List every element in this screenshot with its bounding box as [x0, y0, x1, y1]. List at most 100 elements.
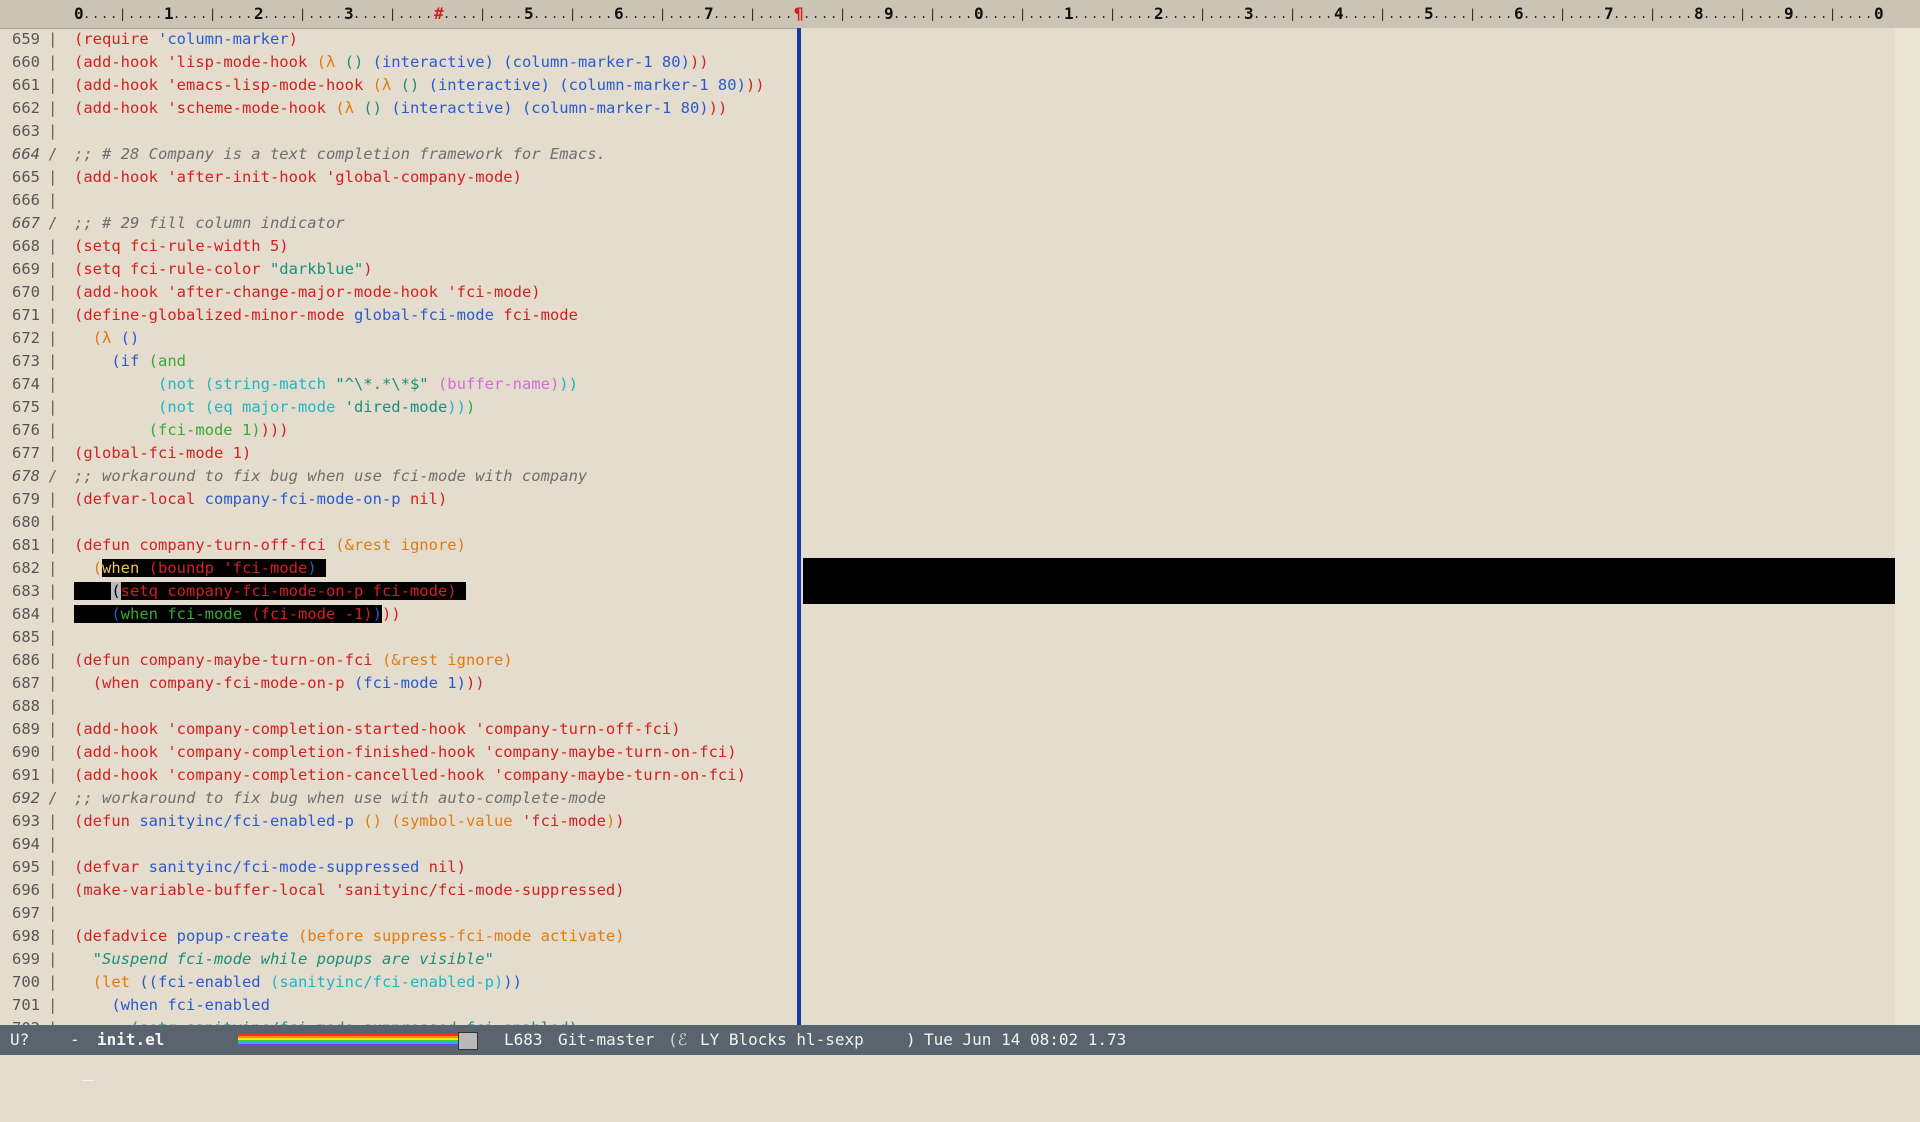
ruler-tick: . [731, 7, 739, 21]
code-text[interactable]: (add-hook 'after-change-major-mode-hook … [74, 281, 541, 304]
code-line[interactable]: 695 | (defvar sanityinc/fci-mode-suppresse… [0, 856, 796, 879]
minibuffer[interactable] [0, 1055, 1920, 1080]
ruler-tick: . [902, 7, 910, 21]
code-line[interactable]: 690 | (add-hook 'company-completion-finish… [0, 741, 796, 764]
code-line[interactable]: 686 | (defun company-maybe-turn-on-fci (&r… [0, 649, 796, 672]
code-text[interactable]: (add-hook 'scheme-mode-hook (λ () (inter… [74, 97, 727, 120]
code-line[interactable]: 669 | (setq fci-rule-color "darkblue") [0, 258, 796, 281]
code-text[interactable]: (not (eq major-mode 'dired-mode))) [74, 396, 475, 419]
code-text[interactable]: (defun company-turn-off-fci (&rest ignor… [74, 534, 466, 557]
fringe-marker: | [48, 168, 58, 186]
code-text[interactable]: (add-hook 'company-completion-cancelled-… [74, 764, 746, 787]
code-line[interactable]: 698 | (defadvice popup-create (before supp… [0, 925, 796, 948]
code-text[interactable]: (if (and [74, 350, 186, 373]
ruler-tick: . [686, 7, 694, 21]
vcs-branch[interactable]: Git-master [558, 1025, 654, 1055]
code-text[interactable]: (defvar-local company-fci-mode-on-p nil) [74, 488, 447, 511]
code-line[interactable]: 664 / ;; # 28 Company is a text completion… [0, 143, 796, 166]
code-line[interactable]: 682 | (when (boundp 'fci-mode) [0, 557, 796, 580]
code-text[interactable]: (when company-fci-mode-on-p (fci-mode 1)… [74, 672, 485, 695]
code-line[interactable]: 675 | (not (eq major-mode 'dired-mode))) [0, 396, 796, 419]
ruler-tick: . [560, 7, 568, 21]
editor-window-right[interactable] [801, 28, 1920, 1025]
code-line[interactable]: 688 | [0, 695, 796, 718]
padlock-icon[interactable] [42, 1032, 94, 1081]
code-text[interactable]: (setq fci-rule-color "darkblue") [74, 258, 373, 281]
code-text[interactable]: (defvar sanityinc/fci-mode-suppressed ni… [74, 856, 466, 879]
code-text[interactable]: (add-hook 'after-init-hook 'global-compa… [74, 166, 522, 189]
code-text[interactable]: ;; workaround to fix bug when use with a… [74, 787, 606, 810]
code-line[interactable]: 674 | (not (string-match "^\*.*\*$" (buff… [0, 373, 796, 396]
code-line[interactable]: 685 | [0, 626, 796, 649]
code-line[interactable]: 667 / ;; # 29 fill column indicator [0, 212, 796, 235]
code-line[interactable]: 680 | [0, 511, 796, 534]
code-text[interactable]: (add-hook 'company-completion-finished-h… [74, 741, 737, 764]
code-text[interactable]: (defadvice popup-create (before suppress… [74, 925, 625, 948]
ruler-tick: . [1226, 7, 1234, 21]
code-line[interactable]: 678 / ;; workaround to fix bug when use fc… [0, 465, 796, 488]
minor-modes[interactable]: LY Blocks hl-sexp [700, 1025, 864, 1055]
code-text[interactable]: (when fci-enabled [74, 994, 270, 1017]
code-line[interactable]: 665 | (add-hook 'after-init-hook 'global-c… [0, 166, 796, 189]
fringe-marker: | [48, 766, 58, 784]
code-text[interactable]: (require 'column-marker) [74, 28, 298, 51]
code-text[interactable]: (setq fci-rule-width 5) [74, 235, 289, 258]
code-text[interactable]: (not (string-match "^\*.*\*$" (buffer-na… [74, 373, 578, 396]
code-line[interactable]: 681 | (defun company-turn-off-fci (&rest i… [0, 534, 796, 557]
code-line[interactable]: 671 | (define-globalized-minor-mode global… [0, 304, 796, 327]
code-text[interactable]: (global-fci-mode 1) [74, 442, 251, 465]
code-text[interactable]: (fci-mode 1)))) [74, 419, 289, 442]
code-text[interactable]: (define-globalized-minor-mode global-fci… [74, 304, 578, 327]
code-line[interactable]: 693 | (defun sanityinc/fci-enabled-p () (s… [0, 810, 796, 833]
code-line[interactable]: 670 | (add-hook 'after-change-major-mode-h… [0, 281, 796, 304]
code-line[interactable]: 677 | (global-fci-mode 1) [0, 442, 796, 465]
code-text[interactable]: (make-variable-buffer-local 'sanityinc/f… [74, 879, 625, 902]
code-text[interactable]: (when fci-mode (fci-mode -1)))) [74, 603, 401, 626]
code-text[interactable]: (add-hook 'company-completion-started-ho… [74, 718, 681, 741]
code-line[interactable]: 687 | (when company-fci-mode-on-p (fci-mo… [0, 672, 796, 695]
code-text[interactable]: (defun company-maybe-turn-on-fci (&rest … [74, 649, 513, 672]
code-line[interactable]: 660 | (add-hook 'lisp-mode-hook (λ () (int… [0, 51, 796, 74]
line-number: 670 [12, 283, 40, 301]
line-number: 668 [12, 237, 40, 255]
code-text[interactable]: (defun sanityinc/fci-enabled-p () (symbo… [74, 810, 625, 833]
code-line[interactable]: 691 | (add-hook 'company-completion-cancel… [0, 764, 796, 787]
code-line[interactable]: 696 | (make-variable-buffer-local 'sanityi… [0, 879, 796, 902]
code-text[interactable]: "Suspend fci-mode while popups are visib… [74, 948, 494, 971]
code-line[interactable]: 661 | (add-hook 'emacs-lisp-mode-hook (λ (… [0, 74, 796, 97]
code-line[interactable]: 666 | [0, 189, 796, 212]
code-line[interactable]: 702 | (setq sanityinc/fci-mode-suppressed… [0, 1017, 796, 1025]
code-line[interactable]: 683 | (setq company-fci-mode-on-p fci-mod… [0, 580, 796, 603]
code-line[interactable]: 700 | (let ((fci-enabled (sanityinc/fci-e… [0, 971, 796, 994]
code-line[interactable]: 684 | (when fci-mode (fci-mode -1)))) [0, 603, 796, 626]
code-line[interactable]: 694 | [0, 833, 796, 856]
code-line[interactable]: 697 | [0, 902, 796, 925]
line-number: 683 [12, 582, 40, 600]
code-text[interactable]: ;; workaround to fix bug when use fci-mo… [74, 465, 587, 488]
code-text[interactable]: (add-hook 'emacs-lisp-mode-hook (λ () (i… [74, 74, 765, 97]
buffer-name[interactable]: init.el [97, 1025, 164, 1055]
code-line[interactable]: 676 | (fci-mode 1)))) [0, 419, 796, 442]
code-line[interactable]: 692 / ;; workaround to fix bug when use wi… [0, 787, 796, 810]
code-text[interactable]: ;; # 29 fill column indicator [74, 212, 345, 235]
code-line[interactable]: 668 | (setq fci-rule-width 5) [0, 235, 796, 258]
code-text[interactable]: (when (boundp 'fci-mode) [74, 557, 327, 580]
code-text[interactable]: (let ((fci-enabled (sanityinc/fci-enable… [74, 971, 522, 994]
code-line[interactable]: 673 | (if (and [0, 350, 796, 373]
code-text[interactable]: (λ () [74, 327, 140, 350]
code-text[interactable]: (add-hook 'lisp-mode-hook (λ () (interac… [74, 51, 709, 74]
code-line[interactable]: 659 | (require 'column-marker) [0, 28, 796, 51]
code-line[interactable]: 689 | (add-hook 'company-completion-starte… [0, 718, 796, 741]
code-line[interactable]: 663 | [0, 120, 796, 143]
code-line[interactable]: 679 | (defvar-local company-fci-mode-on-p … [0, 488, 796, 511]
code-line[interactable]: 672 | (λ () [0, 327, 796, 350]
code-text[interactable]: (setq company-fci-mode-on-p fci-mode) [74, 580, 466, 603]
code-line[interactable]: 699 | "Suspend fci-mode while popups are … [0, 948, 796, 971]
buffer-state: U? [10, 1030, 30, 1049]
code-token: (and [148, 352, 186, 370]
code-text[interactable]: (setq sanityinc/fci-mode-suppressed fci-… [74, 1017, 578, 1025]
code-line[interactable]: 701 | (when fci-enabled [0, 994, 796, 1017]
code-text[interactable]: ;; # 28 Company is a text completion fra… [74, 143, 606, 166]
editor-window-left[interactable]: 659 | (require 'column-marker) 660 | (add-hoo… [0, 28, 796, 1025]
code-line[interactable]: 662 | (add-hook 'scheme-mode-hook (λ () (i… [0, 97, 796, 120]
